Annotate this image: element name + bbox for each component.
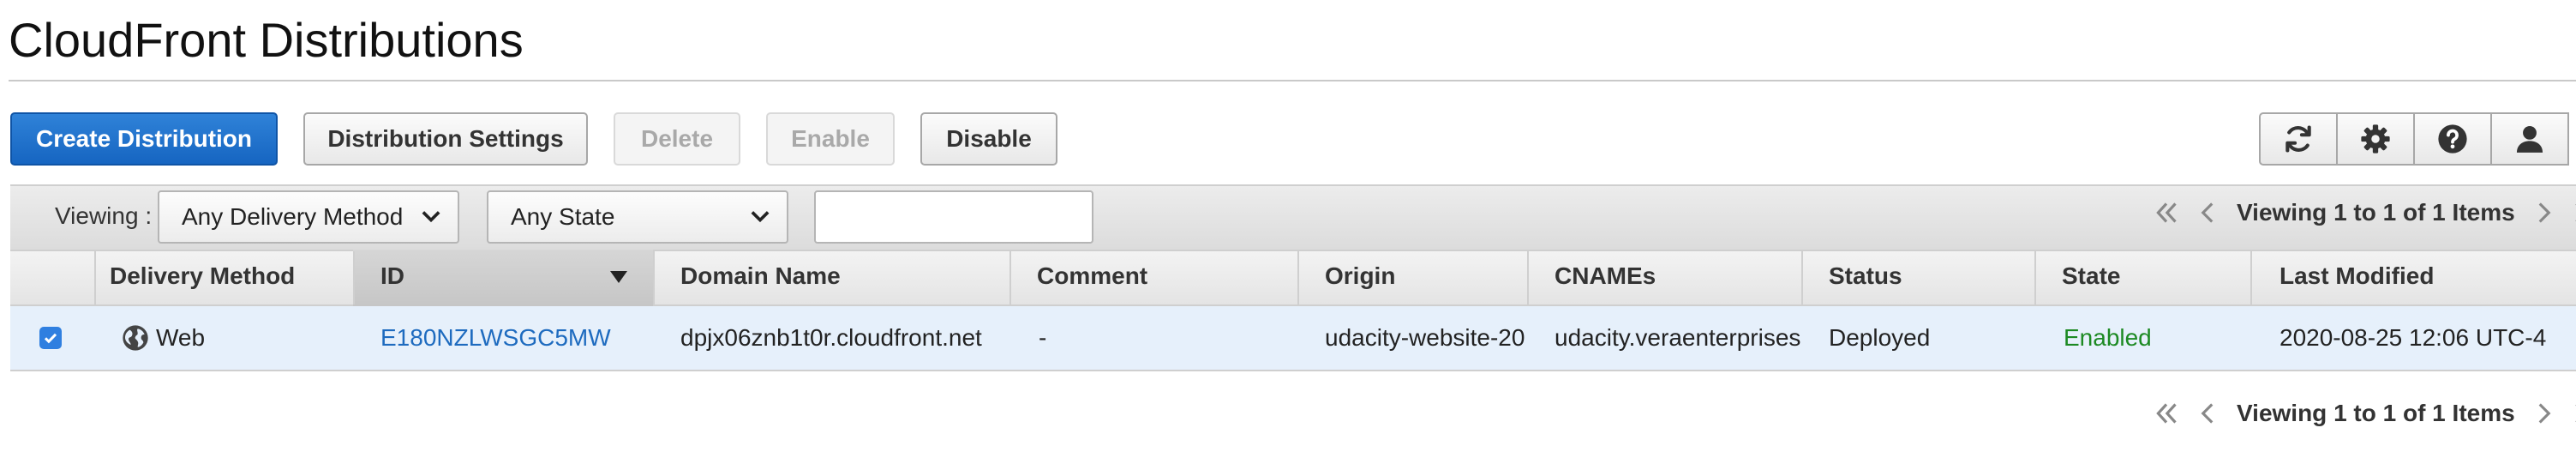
delivery-method-select[interactable]: Any Delivery Method	[158, 190, 459, 244]
column-header-status[interactable]: Status	[1829, 262, 1902, 290]
column-header-last-modified[interactable]: Last Modified	[2279, 262, 2434, 290]
settings-button[interactable]	[2336, 112, 2415, 166]
cell-cnames: udacity.veraenterprises	[1555, 324, 1801, 351]
help-icon	[2438, 124, 2467, 154]
delivery-method-value: Any Delivery Method	[182, 203, 404, 230]
cell-state: Enabled	[2064, 324, 2152, 351]
column-divider	[2034, 251, 2036, 304]
enable-button[interactable]: Enable	[766, 112, 895, 166]
column-divider	[353, 251, 355, 304]
column-divider	[1009, 251, 1011, 304]
column-divider	[1527, 251, 1529, 304]
previous-page-icon[interactable]	[2196, 200, 2220, 226]
refresh-icon	[2285, 125, 2311, 153]
next-page-icon[interactable]	[2532, 401, 2556, 426]
state-select[interactable]: Any State	[487, 190, 788, 244]
column-header-domain-name[interactable]: Domain Name	[680, 262, 841, 290]
previous-page-icon[interactable]	[2196, 401, 2220, 426]
page-title: CloudFront Distributions	[9, 13, 524, 67]
refresh-button[interactable]	[2259, 112, 2338, 166]
search-input[interactable]	[814, 190, 1093, 244]
cell-id-link[interactable]: E180NZLWSGC5MW	[380, 324, 611, 352]
pagination-text: Viewing 1 to 1 of 1 Items	[2237, 400, 2515, 426]
column-header-cnames[interactable]: CNAMEs	[1555, 262, 1656, 290]
gear-icon	[2361, 124, 2390, 154]
column-divider	[94, 251, 96, 304]
account-button[interactable]	[2490, 112, 2569, 166]
bottom-pagination: Viewing 1 to 1 of 1 Items	[2154, 400, 2576, 427]
delete-button[interactable]: Delete	[614, 112, 740, 166]
title-divider	[9, 80, 2576, 81]
sort-descending-icon	[610, 271, 627, 283]
user-icon	[2516, 125, 2543, 153]
distribution-settings-button[interactable]: Distribution Settings	[303, 112, 588, 166]
column-header-delivery-method[interactable]: Delivery Method	[110, 262, 295, 290]
chevron-down-icon	[751, 211, 770, 223]
create-distribution-button[interactable]: Create Distribution	[10, 112, 278, 166]
column-header-state[interactable]: State	[2062, 262, 2120, 290]
toolbar-icon-group	[2259, 112, 2576, 166]
column-divider	[1801, 251, 1803, 304]
column-header-id[interactable]: ID	[380, 262, 404, 290]
column-header-origin[interactable]: Origin	[1325, 262, 1395, 290]
help-button[interactable]	[2413, 112, 2492, 166]
state-value: Any State	[511, 203, 615, 230]
checkmark-icon	[44, 333, 57, 344]
cell-delivery-method: Web	[156, 324, 206, 351]
top-pagination: Viewing 1 to 1 of 1 Items	[2154, 199, 2576, 226]
globe-icon	[123, 325, 148, 351]
pagination-text: Viewing 1 to 1 of 1 Items	[2237, 199, 2515, 226]
first-page-icon[interactable]	[2154, 401, 2178, 426]
cell-last-modified: 2020-08-25 12:06 UTC-4	[2279, 324, 2547, 351]
first-page-icon[interactable]	[2154, 200, 2178, 226]
next-page-icon[interactable]	[2532, 200, 2556, 226]
cell-origin: udacity-website-20	[1325, 324, 1525, 351]
disable-button[interactable]: Disable	[920, 112, 1057, 166]
row-checkbox[interactable]	[39, 327, 62, 349]
cell-domain-name: dpjx06znb1t0r.cloudfront.net	[680, 324, 982, 351]
chevron-down-icon	[422, 211, 440, 223]
cell-comment: -	[1039, 324, 1047, 351]
column-header-comment[interactable]: Comment	[1037, 262, 1147, 290]
viewing-label: Viewing :	[55, 202, 153, 229]
cell-status: Deployed	[1829, 324, 1931, 351]
column-divider	[653, 251, 655, 304]
column-divider	[1297, 251, 1299, 304]
column-divider	[2250, 251, 2252, 304]
